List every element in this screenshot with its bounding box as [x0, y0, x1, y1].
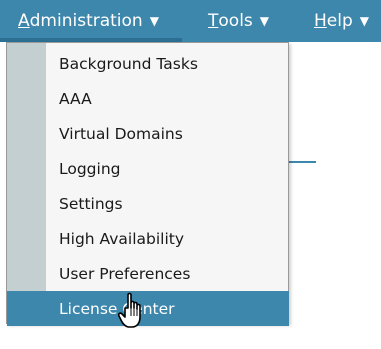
menu-item-background-tasks[interactable]: Background Tasks	[46, 46, 289, 81]
menu-item-high-availability[interactable]: High Availability	[46, 221, 289, 256]
menu-administration-mnemonic: A	[18, 11, 30, 31]
menu-item-label: AAA	[59, 89, 92, 108]
dropdown-gutter	[7, 43, 46, 323]
menu-administration-label: dministration	[29, 11, 143, 31]
menu-help-label: elp	[326, 11, 353, 31]
menu-item-virtual-domains[interactable]: Virtual Domains	[46, 116, 289, 151]
menu-bar: Administration ▼ Tools ▼ Help ▼	[0, 0, 381, 42]
menu-item-label: High Availability	[59, 229, 185, 248]
stage: Administration ▼ Tools ▼ Help ▼ Backgrou…	[0, 0, 381, 349]
menu-item-user-preferences[interactable]: User Preferences	[46, 256, 289, 291]
background-line	[289, 161, 316, 163]
menu-help-mnemonic: H	[314, 11, 327, 31]
menu-help[interactable]: Help ▼	[314, 0, 369, 42]
caret-down-icon: ▼	[149, 14, 159, 28]
caret-down-icon: ▼	[359, 14, 370, 28]
hand-pointer-icon	[118, 292, 141, 328]
menu-item-label: Virtual Domains	[59, 124, 183, 143]
menu-item-aaa[interactable]: AAA	[46, 81, 289, 116]
menu-item-label: Logging	[59, 159, 121, 178]
menu-administration[interactable]: Administration ▼	[18, 0, 159, 42]
administration-dropdown: Background Tasks AAA Virtual Domains Log…	[6, 42, 289, 326]
menu-item-label: License Center	[59, 299, 175, 318]
menu-tools-label: ools	[218, 11, 253, 31]
menu-item-label: User Preferences	[59, 264, 191, 283]
menu-tools[interactable]: Tools ▼	[208, 0, 269, 42]
caret-down-icon: ▼	[259, 14, 270, 28]
menu-item-settings[interactable]: Settings	[46, 186, 289, 221]
menu-tools-mnemonic: T	[208, 11, 219, 31]
menu-item-logging[interactable]: Logging	[46, 151, 289, 186]
menu-item-label: Settings	[59, 194, 123, 213]
menu-item-label: Background Tasks	[59, 54, 198, 73]
